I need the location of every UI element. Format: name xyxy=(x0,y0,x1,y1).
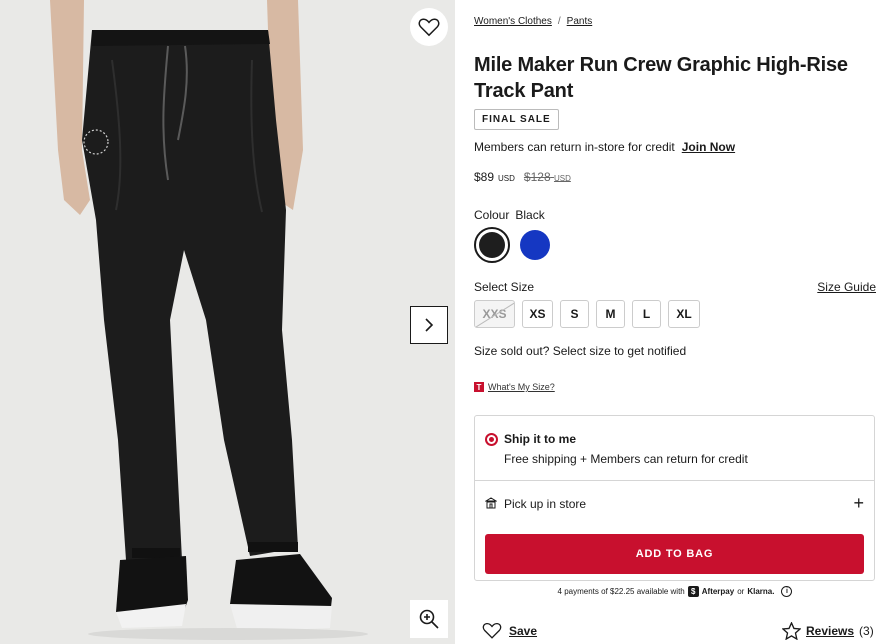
current-price-currency: USD xyxy=(498,174,515,183)
whats-my-size-link[interactable]: What's My Size? xyxy=(488,382,555,392)
original-price: $128 USD xyxy=(524,170,571,184)
star-outline-icon xyxy=(782,622,801,640)
store-icon xyxy=(485,497,497,509)
size-tool-icon: T xyxy=(474,382,484,392)
colour-swatches xyxy=(474,227,550,263)
add-to-bag-button[interactable]: ADD TO BAG xyxy=(485,534,864,574)
ship-option[interactable]: Ship it to me Free shipping + Members ca… xyxy=(475,416,874,481)
info-icon[interactable]: i xyxy=(781,586,793,597)
reviews-count: (3) xyxy=(859,624,874,638)
zoom-button[interactable] xyxy=(410,600,448,638)
afterpay-icon: $ xyxy=(687,586,699,597)
current-price: $89 xyxy=(474,170,495,184)
select-size-label: Select Size xyxy=(474,280,535,294)
size-option-xxs[interactable]: XXS xyxy=(474,300,515,328)
swatch-blue[interactable] xyxy=(520,230,550,260)
installment-or: or xyxy=(737,587,745,596)
breadcrumb-pants[interactable]: Pants xyxy=(567,16,593,27)
product-details: Women's Clothes / Pants Mile Maker Run C… xyxy=(474,0,876,644)
ship-radio[interactable] xyxy=(485,433,498,446)
size-header: Select Size Size Guide xyxy=(474,280,876,294)
zoom-in-icon xyxy=(419,609,439,629)
members-text: Members can return in-store for credit xyxy=(474,140,675,154)
size-option-xl[interactable]: XL xyxy=(668,300,700,328)
ship-title: Ship it to me xyxy=(504,432,576,446)
members-return-note: Members can return in-store for credit J… xyxy=(474,140,735,154)
heart-outline-icon xyxy=(482,622,502,639)
size-option-xs[interactable]: XS xyxy=(522,300,553,328)
breadcrumb: Women's Clothes / Pants xyxy=(474,16,592,27)
pickup-label: Pick up in store xyxy=(504,497,587,511)
colour-label-row: Colour Black xyxy=(474,208,545,222)
afterpay-label: Afterpay xyxy=(701,587,735,596)
klarna-label: Klarna. xyxy=(747,587,775,596)
installment-note: 4 payments of $22.25 available with $ Af… xyxy=(474,586,876,597)
swatch-black[interactable] xyxy=(474,227,510,263)
heart-icon xyxy=(418,18,440,37)
whats-my-size[interactable]: T What's My Size? xyxy=(474,382,555,392)
size-soldout-note: Size sold out? Select size to get notifi… xyxy=(474,344,687,358)
product-title: Mile Maker Run Crew Graphic High-Rise Tr… xyxy=(474,54,848,102)
reviews-label: Reviews xyxy=(806,624,855,638)
fulfilment-box: Ship it to me Free shipping + Members ca… xyxy=(474,415,875,581)
installment-text: 4 payments of $22.25 available with xyxy=(557,587,685,596)
ship-subtitle: Free shipping + Members can return for c… xyxy=(504,452,748,466)
ship-radio-dot xyxy=(489,437,494,442)
next-image-button[interactable] xyxy=(410,306,448,344)
size-option-l[interactable]: L xyxy=(632,300,661,328)
expand-plus-icon[interactable]: + xyxy=(853,494,864,512)
colour-selected-name: Black xyxy=(515,208,545,222)
final-sale-badge: FINAL SALE xyxy=(474,109,559,130)
colour-label: Colour xyxy=(474,208,510,222)
product-photo xyxy=(0,0,455,644)
size-options: XXS XS S M L XL xyxy=(474,300,700,328)
size-option-s[interactable]: S xyxy=(560,300,589,328)
join-now-link[interactable]: Join Now xyxy=(682,140,735,154)
price: $89 USD $128 USD xyxy=(474,170,571,184)
size-option-m[interactable]: M xyxy=(596,300,625,328)
wishlist-button[interactable] xyxy=(410,8,448,46)
save-button[interactable]: Save xyxy=(482,622,537,639)
reviews-link[interactable]: Reviews (3) xyxy=(782,622,874,640)
pickup-option[interactable]: Pick up in store + xyxy=(475,481,874,527)
swatch-black-fill xyxy=(479,232,505,258)
breadcrumb-separator: / xyxy=(557,16,561,27)
size-guide-link[interactable]: Size Guide xyxy=(817,280,876,294)
original-price-currency: USD xyxy=(553,174,571,183)
save-label: Save xyxy=(509,623,538,638)
breadcrumb-womens-clothes[interactable]: Women's Clothes xyxy=(474,16,552,27)
product-image-panel xyxy=(0,0,455,644)
original-price-value: $128 xyxy=(523,170,551,184)
chevron-right-icon xyxy=(425,318,434,332)
